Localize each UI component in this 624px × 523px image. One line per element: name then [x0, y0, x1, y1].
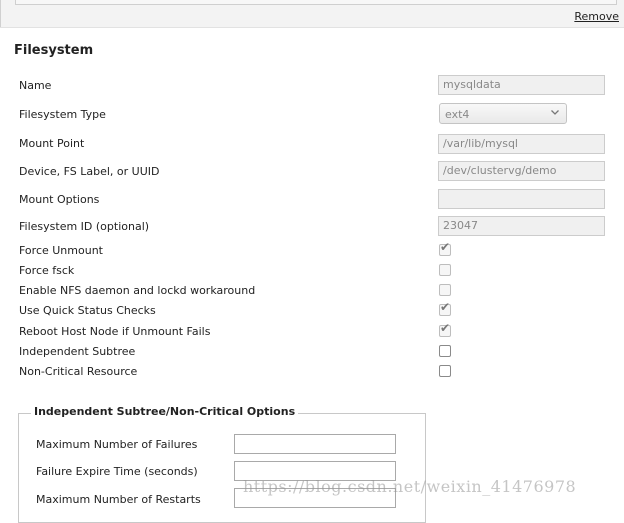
nfs-workaround-checkbox[interactable] [439, 284, 451, 296]
options-legend: Independent Subtree/Non-Critical Options [31, 405, 299, 418]
previous-resource-panel: Remove [0, 0, 624, 28]
device-field[interactable]: /dev/clustervg/demo [438, 161, 605, 181]
filesystem-type-label: Filesystem Type [19, 108, 106, 121]
remove-link[interactable]: Remove [574, 10, 619, 23]
non-critical-label: Non-Critical Resource [19, 365, 138, 378]
max-failures-input[interactable] [234, 434, 396, 454]
independent-subtree-label: Independent Subtree [19, 345, 136, 358]
failure-expire-label: Failure Expire Time (seconds) [36, 465, 198, 478]
watermark: https://blog.csdn.net/weixin_41476978 [243, 477, 577, 496]
filesystem-type-select[interactable]: ext4 [439, 103, 567, 124]
panel-border [0, 0, 1, 27]
mount-point-field[interactable]: /var/lib/mysql [438, 134, 605, 154]
checkmark-icon: ✔ [440, 240, 451, 254]
checkmark-icon: ✔ [440, 300, 451, 314]
reboot-host-checkbox[interactable]: ✔ [439, 321, 451, 337]
previous-resource-box [15, 0, 617, 5]
max-failures-label: Maximum Number of Failures [36, 438, 198, 451]
name-field[interactable]: mysqldata [438, 75, 605, 95]
force-fsck-checkbox[interactable] [439, 264, 451, 276]
quick-status-label: Use Quick Status Checks [19, 304, 156, 317]
chevron-down-icon [549, 107, 561, 119]
non-critical-checkbox[interactable] [439, 365, 451, 377]
force-unmount-label: Force Unmount [19, 244, 103, 257]
force-fsck-label: Force fsck [19, 264, 75, 277]
chevron-down-icon-svg [551, 110, 559, 115]
filesystem-type-value: ext4 [445, 108, 470, 121]
name-label: Name [19, 79, 52, 92]
force-unmount-checkbox[interactable]: ✔ [439, 240, 451, 256]
filesystem-id-field[interactable]: 23047 [438, 216, 605, 236]
mount-options-label: Mount Options [19, 193, 100, 206]
max-restarts-label: Maximum Number of Restarts [36, 493, 201, 506]
independent-subtree-checkbox[interactable] [439, 345, 451, 357]
section-title: Filesystem [14, 43, 94, 58]
nfs-workaround-label: Enable NFS daemon and lockd workaround [19, 284, 256, 297]
mount-options-field[interactable] [438, 189, 605, 209]
mount-point-label: Mount Point [19, 137, 85, 150]
device-label: Device, FS Label, or UUID [19, 165, 160, 178]
checkmark-icon: ✔ [440, 321, 451, 335]
quick-status-checkbox[interactable]: ✔ [439, 300, 451, 316]
reboot-host-label: Reboot Host Node if Unmount Fails [19, 325, 211, 338]
filesystem-id-label: Filesystem ID (optional) [19, 220, 150, 233]
